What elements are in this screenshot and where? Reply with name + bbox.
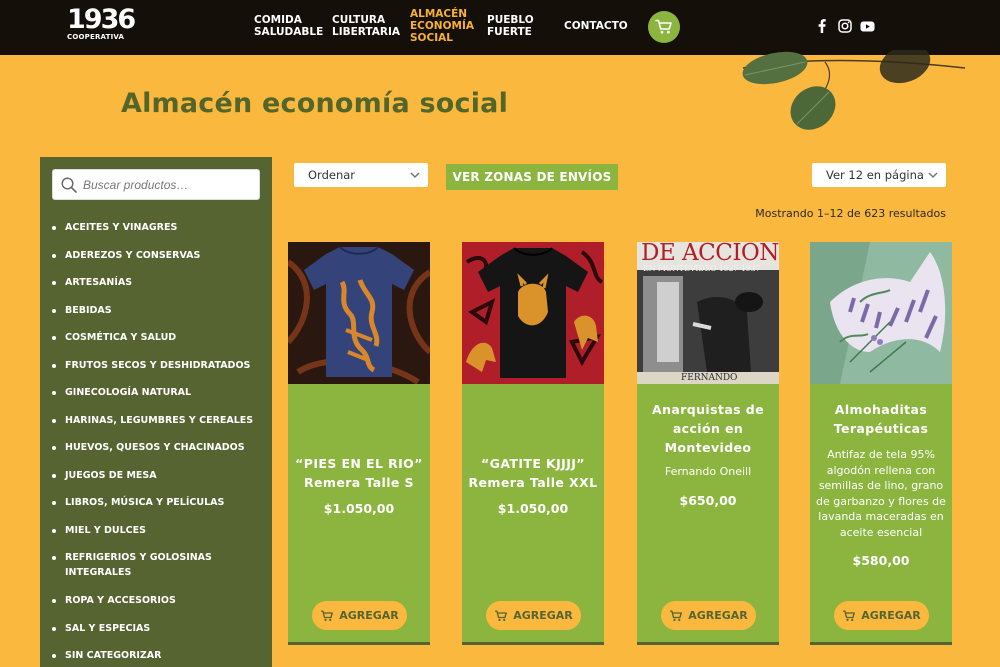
product-author: Fernando Oneill xyxy=(664,465,752,478)
nav-label: PUEBLO xyxy=(487,14,534,26)
category-item[interactable]: ROPA Y ACCESORIOS xyxy=(40,593,176,608)
product-info: “GATITE KJJJJ” Remera Talle XXL $1.050,0… xyxy=(468,454,598,516)
book-cover-title: DE ACCION xyxy=(641,242,779,266)
product-name[interactable]: Anarquistas de acción en Montevideo xyxy=(643,400,773,457)
per-page-dropdown[interactable]: Ver 12 en página xyxy=(812,163,946,187)
add-to-cart-button[interactable]: AGREGAR xyxy=(661,601,756,630)
nav-label: CONTACTO xyxy=(564,20,628,32)
nav-pueblo-fuerte[interactable]: PUEBLO FUERTE xyxy=(487,14,534,38)
nav-label: ALMACÉN xyxy=(410,8,468,20)
instagram-icon[interactable] xyxy=(837,18,853,34)
category-sidebar: ACEITES Y VINAGRES ADEREZOS Y CONSERVAS … xyxy=(40,157,272,667)
nav-label: FUERTE xyxy=(487,26,532,38)
chevron-down-icon xyxy=(410,172,420,179)
category-item[interactable]: ACEITES Y VINAGRES xyxy=(40,220,177,235)
product-info: Anarquistas de acción en Montevideo Fern… xyxy=(643,400,773,508)
add-button-label: AGREGAR xyxy=(339,609,399,622)
nav-label: ECONOMÍA xyxy=(410,20,474,32)
category-item[interactable]: REFRIGERIOS Y GOLOSINAS INTEGRALES xyxy=(40,550,230,580)
logo-sub-text: COOPERATIVA xyxy=(67,33,125,41)
cart-icon xyxy=(321,609,334,621)
product-search-box[interactable] xyxy=(52,169,260,200)
nav-label: SALUDABLE xyxy=(254,26,324,38)
nav-almacen-economia-social[interactable]: ALMACÉN ECONOMÍA SOCIAL xyxy=(410,8,474,44)
category-item[interactable]: LIBROS, MÚSICA Y PELÍCULAS xyxy=(40,495,224,510)
add-button-label: AGREGAR xyxy=(513,609,573,622)
category-item[interactable]: GINECOLOGÍA NATURAL xyxy=(40,385,191,400)
add-to-cart-button[interactable]: AGREGAR xyxy=(312,601,407,630)
nav-contacto[interactable]: CONTACTO xyxy=(564,20,628,32)
cart-icon xyxy=(843,609,856,621)
category-item[interactable]: SAL Y ESPECIAS xyxy=(40,621,150,636)
category-item[interactable]: COSMÉTICA Y SALUD xyxy=(40,330,176,345)
product-info: “PIES EN EL RIO” Remera Talle S $1.050,0… xyxy=(294,454,424,516)
add-button-label: AGREGAR xyxy=(688,609,748,622)
cart-icon xyxy=(670,609,683,621)
product-card: “PIES EN EL RIO” Remera Talle S $1.050,0… xyxy=(288,242,430,645)
nav-cultura-libertaria[interactable]: CULTURA LIBERTARIA xyxy=(332,14,400,38)
nav-comida-saludable[interactable]: COMIDA SALUDABLE xyxy=(254,14,323,38)
product-price: $650,00 xyxy=(679,492,737,508)
product-name[interactable]: “GATITE KJJJJ” Remera Talle XXL xyxy=(468,454,598,492)
category-item[interactable]: HUEVOS, QUESOS Y CHACINADOS xyxy=(40,440,245,455)
add-to-cart-button[interactable]: AGREGAR xyxy=(486,601,581,630)
search-icon xyxy=(61,176,77,193)
sort-label: Ordenar xyxy=(308,168,356,182)
category-item[interactable]: JUEGOS DE MESA xyxy=(40,468,157,483)
sort-dropdown[interactable]: Ordenar xyxy=(294,163,428,187)
product-name[interactable]: “PIES EN EL RIO” Remera Talle S xyxy=(294,454,424,492)
results-count: Mostrando 1–12 de 623 resultados xyxy=(755,207,946,220)
product-info: Almohaditas Terapéuticas Antifaz de tela… xyxy=(816,400,946,568)
product-image[interactable] xyxy=(288,242,430,384)
youtube-icon[interactable] xyxy=(859,18,875,34)
shipping-zones-button[interactable]: VER ZONAS DE ENVÍOS xyxy=(446,164,618,190)
add-button-label: AGREGAR xyxy=(861,609,921,622)
category-item[interactable]: ADEREZOS Y CONSERVAS xyxy=(40,248,200,263)
product-price: $1.050,00 xyxy=(323,501,395,516)
leaves-decoration xyxy=(742,50,966,130)
product-image[interactable] xyxy=(810,242,952,384)
product-image[interactable]: DE ACCION EN MONTEVIDEO 1927-1937 FERNAN… xyxy=(637,242,779,384)
nav-label: LIBERTARIA xyxy=(332,26,400,38)
product-image[interactable] xyxy=(462,242,604,384)
product-card: DE ACCION EN MONTEVIDEO 1927-1937 FERNAN… xyxy=(637,242,779,645)
book-cover-author: FERNANDO xyxy=(681,373,738,383)
search-input[interactable] xyxy=(83,177,253,192)
nav-label: COMIDA xyxy=(254,14,302,26)
cart-icon xyxy=(655,19,672,34)
category-item[interactable]: HARINAS, LEGUMBRES Y CEREALES xyxy=(40,413,253,428)
category-item[interactable]: SIN CATEGORIZAR xyxy=(40,648,161,663)
page-title: Almacén economía social xyxy=(121,88,509,119)
top-navigation-bar: 1936 COOPERATIVA COMIDA SALUDABLE CULTUR… xyxy=(0,0,1000,55)
facebook-icon[interactable] xyxy=(814,18,830,34)
logo-main-text: 1936 xyxy=(67,4,136,35)
cart-icon xyxy=(495,609,508,621)
nav-label: SOCIAL xyxy=(410,32,453,44)
chevron-down-icon xyxy=(928,172,938,179)
add-to-cart-button[interactable]: AGREGAR xyxy=(834,601,929,630)
product-price: $580,00 xyxy=(852,553,910,568)
book-cover-subtitle: EN MONTEVIDEO 1927-1937 xyxy=(643,264,761,273)
site-logo[interactable]: 1936 COOPERATIVA xyxy=(67,4,136,41)
cart-button[interactable] xyxy=(648,11,680,43)
nav-label: CULTURA xyxy=(332,14,386,26)
product-description: Antifaz de tela 95% algodón rellena con … xyxy=(816,448,946,539)
category-item[interactable]: ARTESANÍAS xyxy=(40,275,132,290)
per-page-label: Ver 12 en página xyxy=(826,168,924,182)
product-card: “GATITE KJJJJ” Remera Talle XXL $1.050,0… xyxy=(462,242,604,645)
category-item[interactable]: MIEL Y DULCES xyxy=(40,523,146,538)
category-item[interactable]: FRUTOS SECOS Y DESHIDRATADOS xyxy=(40,358,250,373)
product-name[interactable]: Almohaditas Terapéuticas xyxy=(816,400,946,438)
category-item[interactable]: BEBIDAS xyxy=(40,303,112,318)
product-price: $1.050,00 xyxy=(497,501,569,516)
product-card: Almohaditas Terapéuticas Antifaz de tela… xyxy=(810,242,952,645)
